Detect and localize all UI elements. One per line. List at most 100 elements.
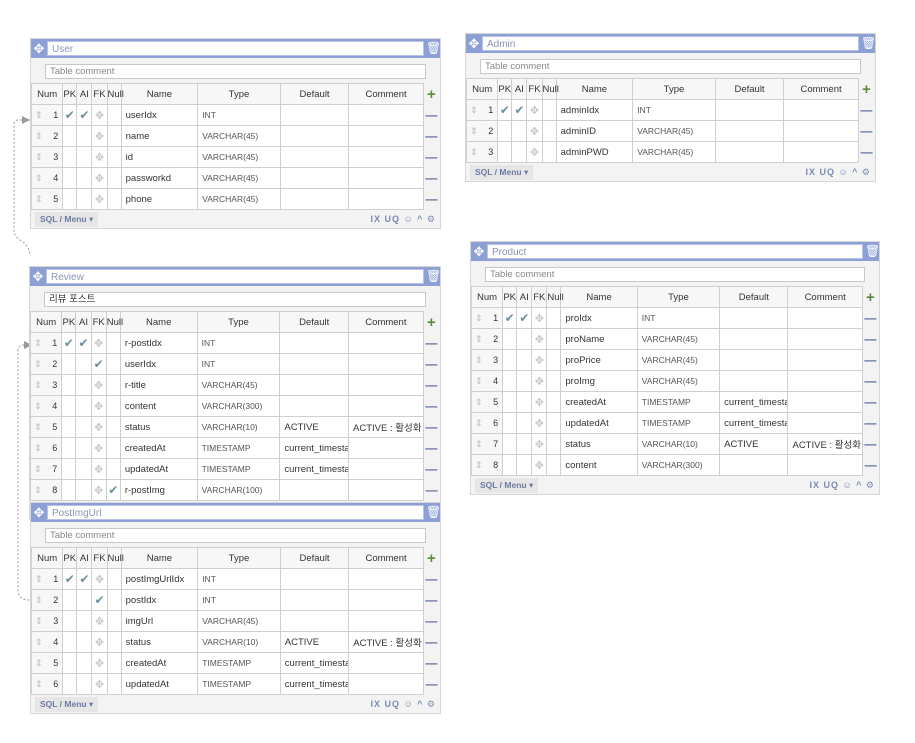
- null-checkbox[interactable]: [546, 307, 562, 329]
- fk-checkbox[interactable]: ✥: [91, 125, 108, 147]
- column-default-field[interactable]: [279, 589, 350, 611]
- null-checkbox[interactable]: [106, 673, 122, 695]
- ai-checkbox[interactable]: [511, 120, 528, 142]
- column-name-field[interactable]: postIdx: [120, 589, 199, 611]
- pk-checkbox[interactable]: [61, 479, 77, 501]
- fk-checkbox[interactable]: ✥: [531, 370, 548, 392]
- column-comment-field[interactable]: [787, 454, 863, 476]
- column-type-field[interactable]: VARCHAR(45): [632, 141, 716, 163]
- row-number[interactable]: ⇕ 4: [30, 631, 64, 653]
- row-number[interactable]: ⇕ 5: [30, 188, 64, 210]
- drag-handle-icon[interactable]: ⇕: [33, 131, 43, 142]
- column-name-field[interactable]: content: [560, 454, 638, 476]
- table-title-input[interactable]: User: [47, 41, 424, 56]
- remove-column-icon[interactable]: —: [423, 479, 440, 501]
- column-name-field[interactable]: proPrice: [560, 349, 638, 371]
- pk-checkbox[interactable]: ✔: [62, 568, 78, 590]
- fk-checkbox[interactable]: ✥: [90, 332, 107, 354]
- ai-checkbox[interactable]: [76, 167, 93, 189]
- column-comment-field[interactable]: [348, 568, 424, 590]
- fk-checkbox[interactable]: ✔: [90, 353, 107, 375]
- column-type-field[interactable]: TIMESTAMP: [197, 673, 281, 695]
- column-comment-field[interactable]: [787, 307, 863, 329]
- remove-column-icon[interactable]: —: [423, 437, 440, 459]
- pk-checkbox[interactable]: [502, 391, 518, 413]
- row-number[interactable]: ⇕ 6: [29, 437, 63, 459]
- fk-checkbox[interactable]: ✥: [91, 568, 108, 590]
- column-default-field[interactable]: current_timestamp: [279, 458, 350, 480]
- null-checkbox[interactable]: [546, 349, 562, 371]
- pk-checkbox[interactable]: [502, 328, 518, 350]
- drag-handle-icon[interactable]: ⇕: [33, 637, 43, 648]
- table-title-input[interactable]: PostImgUrl: [47, 505, 424, 520]
- column-comment-field[interactable]: [787, 370, 863, 392]
- fk-checkbox[interactable]: ✥: [531, 433, 548, 455]
- row-number[interactable]: ⇕ 6: [470, 412, 504, 434]
- column-type-field[interactable]: VARCHAR(45): [636, 349, 721, 371]
- column-name-field[interactable]: passworkd: [120, 167, 199, 189]
- column-comment-field[interactable]: [348, 332, 424, 354]
- fk-checkbox[interactable]: ✥: [91, 167, 108, 189]
- column-default-field[interactable]: [279, 374, 350, 396]
- fk-checkbox[interactable]: ✥: [90, 479, 107, 501]
- column-default-field[interactable]: current_timestamp: [279, 652, 350, 674]
- row-number[interactable]: ⇕ 3: [30, 610, 64, 632]
- pk-checkbox[interactable]: [61, 437, 77, 459]
- row-number[interactable]: ⇕ 5: [29, 416, 63, 438]
- row-number[interactable]: ⇕ 4: [470, 370, 504, 392]
- row-number[interactable]: ⇕ 5: [30, 652, 64, 674]
- column-comment-field[interactable]: [348, 395, 424, 417]
- column-name-field[interactable]: createdAt: [119, 437, 198, 459]
- row-number[interactable]: ⇕ 1: [30, 568, 64, 590]
- column-type-field[interactable]: INT: [197, 104, 281, 126]
- column-default-field[interactable]: [714, 120, 785, 142]
- table-comment-input[interactable]: 리뷰 포스트: [44, 292, 426, 307]
- remove-column-icon[interactable]: —: [423, 125, 440, 147]
- table-header[interactable]: ✥ User 🗑: [31, 39, 441, 58]
- column-type-field[interactable]: TIMESTAMP: [196, 458, 281, 480]
- column-default-field[interactable]: [279, 479, 350, 501]
- pk-checkbox[interactable]: [62, 167, 78, 189]
- row-number[interactable]: ⇕ 2: [465, 120, 499, 142]
- drag-handle-icon[interactable]: ⇕: [33, 595, 43, 606]
- fk-checkbox[interactable]: ✥: [91, 652, 108, 674]
- column-comment-field[interactable]: [348, 188, 424, 210]
- drag-handle-icon[interactable]: ⇕: [473, 313, 483, 324]
- remove-column-icon[interactable]: —: [858, 99, 875, 121]
- column-type-field[interactable]: VARCHAR(300): [636, 454, 721, 476]
- null-checkbox[interactable]: [105, 395, 121, 417]
- fk-checkbox[interactable]: ✥: [526, 120, 543, 142]
- table-header[interactable]: ✥ Admin 🗑: [466, 34, 876, 53]
- column-name-field[interactable]: content: [119, 395, 198, 417]
- column-type-field[interactable]: INT: [196, 332, 281, 354]
- column-default-field[interactable]: [279, 568, 350, 590]
- null-checkbox[interactable]: [106, 610, 122, 632]
- table-postimgurl[interactable]: ✥ PostImgUrl 🗑 Table comment Num PK AI FK Null Na…: [30, 503, 441, 713]
- row-number[interactable]: ⇕ 3: [29, 374, 63, 396]
- remove-column-icon[interactable]: —: [423, 631, 440, 653]
- null-checkbox[interactable]: [546, 412, 562, 434]
- column-type-field[interactable]: VARCHAR(45): [197, 167, 281, 189]
- drag-handle-icon[interactable]: ⇕: [473, 460, 483, 471]
- drag-handle-icon[interactable]: ⇕: [32, 338, 42, 349]
- column-comment-field[interactable]: [783, 99, 859, 121]
- drag-handle-icon[interactable]: ⇕: [473, 355, 483, 366]
- ai-checkbox[interactable]: [516, 391, 533, 413]
- column-comment-field[interactable]: [348, 479, 424, 501]
- fk-checkbox[interactable]: ✥: [531, 349, 548, 371]
- table-title-input[interactable]: Review: [46, 269, 424, 284]
- pk-checkbox[interactable]: [502, 370, 518, 392]
- ai-checkbox[interactable]: [516, 454, 533, 476]
- pk-checkbox[interactable]: ✔: [497, 99, 513, 121]
- column-name-field[interactable]: userIdx: [120, 104, 199, 126]
- null-checkbox[interactable]: [106, 631, 122, 653]
- fk-checkbox[interactable]: ✥: [526, 141, 543, 163]
- ai-checkbox[interactable]: [76, 125, 93, 147]
- ai-checkbox[interactable]: [75, 437, 92, 459]
- remove-column-icon[interactable]: —: [862, 328, 879, 350]
- pk-checkbox[interactable]: [61, 458, 77, 480]
- table-tools[interactable]: IX UQ ☺ ^ ⚙: [370, 699, 436, 710]
- column-name-field[interactable]: r-postImg: [119, 479, 198, 501]
- column-name-field[interactable]: proIdx: [560, 307, 638, 329]
- add-column-icon[interactable]: +: [862, 286, 879, 308]
